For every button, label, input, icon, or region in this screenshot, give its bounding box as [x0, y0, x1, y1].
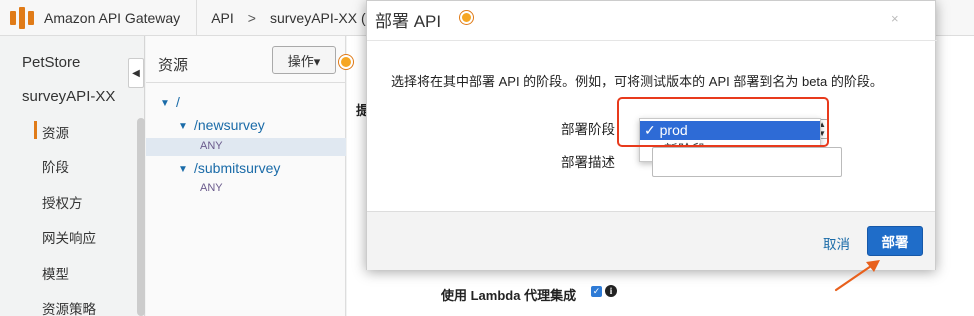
collapse-sidebar-icon[interactable]: ◀	[128, 58, 144, 88]
dialog-description: 选择将在其中部署 API 的阶段。例如，可将测试版本的 API 部署到名为 be…	[391, 74, 883, 89]
sidebar-scrollbar[interactable]	[137, 118, 145, 316]
resource-newsurvey[interactable]: /newsurvey	[194, 117, 265, 133]
dialog-title: 部署 API	[375, 12, 442, 31]
resources-title: 资源	[158, 57, 189, 74]
breadcrumb-separator: >	[247, 9, 256, 26]
help-icon[interactable]	[339, 55, 353, 69]
annotation-highlight-box	[617, 97, 829, 147]
resource-submitsurvey[interactable]: /submitsurvey	[194, 160, 280, 176]
expand-arrow-icon[interactable]: ▼	[178, 164, 188, 175]
nav-item-resource-policy[interactable]: 资源策略	[42, 298, 96, 316]
deployment-stage-label: 部署阶段	[561, 122, 615, 137]
help-icon[interactable]	[460, 11, 473, 24]
selected-row-highlight	[146, 138, 346, 156]
breadcrumb-api[interactable]: API	[211, 10, 234, 26]
close-icon[interactable]: ×	[891, 11, 899, 26]
annotation-arrow-icon	[834, 260, 880, 292]
method-any[interactable]: ANY	[200, 140, 223, 152]
divider	[196, 0, 198, 36]
dialog-header: 部署 API ×	[367, 1, 937, 41]
resources-panel: 资源 操作▾ ▼ / ▼ /newsurvey ANY ▼ /submitsur…	[146, 36, 346, 316]
nav-item-resources[interactable]: 资源	[42, 122, 69, 142]
expand-arrow-icon[interactable]: ▼	[160, 98, 170, 109]
expand-arrow-icon[interactable]: ▼	[178, 121, 188, 132]
deploy-api-dialog: 部署 API × 选择将在其中部署 API 的阶段。例如，可将测试版本的 API…	[366, 0, 937, 270]
resource-root[interactable]: /	[176, 94, 180, 110]
service-name[interactable]: Amazon API Gateway	[44, 10, 180, 26]
info-icon[interactable]: i	[605, 285, 617, 297]
deployment-description-label: 部署描述	[561, 155, 615, 170]
left-nav: PetStore surveyAPI-XX 资源 阶段 授权方 网关响应 模型 …	[0, 36, 145, 316]
nav-item-gateway-responses[interactable]: 网关响应	[42, 227, 96, 247]
deploy-button[interactable]: 部署	[867, 226, 923, 256]
active-indicator	[34, 121, 37, 139]
nav-item-models[interactable]: 模型	[42, 263, 69, 283]
cancel-button[interactable]: 取消	[823, 233, 850, 253]
deployment-description-textarea[interactable]	[652, 147, 842, 177]
actions-button[interactable]: 操作▾	[272, 46, 336, 74]
nav-item-authorizers[interactable]: 授权方	[42, 192, 83, 212]
divider	[146, 82, 346, 83]
lambda-proxy-checkbox[interactable]: ✓	[591, 286, 602, 297]
nav-api-petstore[interactable]: PetStore	[22, 54, 80, 71]
method-any[interactable]: ANY	[200, 182, 223, 194]
aws-logo-icon[interactable]	[10, 6, 34, 29]
nav-api-surveyapi[interactable]: surveyAPI-XX	[22, 88, 115, 105]
nav-item-stages[interactable]: 阶段	[42, 156, 69, 176]
lambda-proxy-label: 使用 Lambda 代理集成	[441, 288, 577, 303]
